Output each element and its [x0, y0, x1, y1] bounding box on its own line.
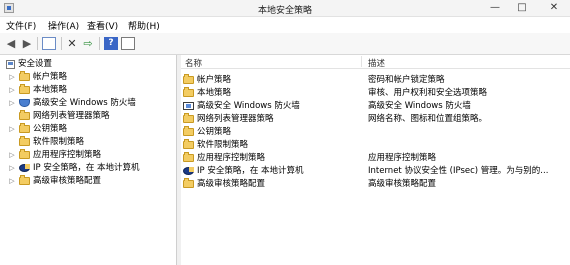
show-hide-tree-icon[interactable]: [42, 37, 56, 50]
list-item[interactable]: 帐户策略 密码和帐户锁定策略: [181, 74, 570, 86]
list-item[interactable]: IP 安全策略，在 本地计算机 Internet 协议安全性 (IPsec) 管…: [181, 165, 570, 177]
tree-root[interactable]: 安全设置: [2, 58, 172, 70]
list-view-icon[interactable]: [121, 37, 135, 50]
list-item-description: 网络名称、图标和位置组策略。: [368, 114, 488, 124]
list-item-description: 高级安全 Windows 防火墙: [368, 101, 471, 111]
menu-view[interactable]: 查看(V): [87, 19, 118, 32]
tree-item-label: 本地策略: [33, 85, 68, 95]
tree-item-public-key[interactable]: ▷ 公钥策略: [8, 123, 173, 135]
folder-icon: [183, 87, 194, 97]
folder-icon: [19, 84, 30, 94]
toolbar-separator: [37, 37, 38, 50]
list-item-name: 帐户策略: [197, 75, 232, 85]
tree-item-account-policies[interactable]: ▷ 帐户策略: [8, 71, 173, 83]
toolbar-separator: [61, 37, 62, 50]
list-item-name: IP 安全策略，在 本地计算机: [197, 166, 304, 176]
tree-item-firewall[interactable]: ▷ 高级安全 Windows 防火墙: [8, 97, 173, 109]
list-item[interactable]: 软件限制策略: [181, 139, 570, 151]
list-item-description: Internet 协议安全性 (IPsec) 管理。为与别的...: [368, 166, 549, 176]
list-item[interactable]: 网络列表管理器策略 网络名称、图标和位置组策略。: [181, 113, 570, 125]
tree-item-local-policies[interactable]: ▷ 本地策略: [8, 84, 173, 96]
tree-item-app-control[interactable]: ▷ 应用程序控制策略: [8, 149, 173, 161]
list-item-name: 高级审核策略配置: [197, 179, 266, 189]
list-item-name: 应用程序控制策略: [197, 153, 266, 163]
tree-item-advanced-audit[interactable]: ▷ 高级审核策略配置: [8, 175, 173, 187]
list-item-name: 网络列表管理器策略: [197, 114, 274, 124]
security-settings-icon: [6, 60, 15, 69]
list-item-description: 审核、用户权利和安全选项策略: [368, 88, 488, 98]
tree-item-label: 高级审核策略配置: [33, 176, 102, 186]
export-list-icon[interactable]: ⇨: [81, 37, 95, 50]
expand-arrow-icon[interactable]: ▷: [8, 71, 16, 83]
menu-bar: 文件(F) 操作(A) 查看(V) 帮助(H): [0, 17, 570, 32]
tree-item-label: 网络列表管理器策略: [33, 111, 110, 121]
expand-arrow-icon[interactable]: ▷: [8, 84, 16, 96]
list-header: 名称 描述: [181, 55, 570, 69]
folder-icon: [183, 178, 194, 188]
menu-action[interactable]: 操作(A): [48, 19, 79, 32]
list-item-description: 密码和帐户锁定策略: [368, 75, 445, 85]
title-bar: 本地安全策略 — □ ✕: [0, 0, 570, 17]
list-item-name: 本地策略: [197, 88, 232, 98]
expand-arrow-icon[interactable]: ▷: [8, 123, 16, 135]
tree-pane: 安全设置 ▷ 帐户策略 ▷ 本地策略 ▷ 高级安全 Windows 防火墙 网络…: [0, 55, 177, 265]
list-item-name: 软件限制策略: [197, 140, 249, 150]
folder-icon: [19, 136, 30, 146]
tree-item-label: 高级安全 Windows 防火墙: [33, 98, 136, 108]
help-icon[interactable]: ?: [104, 37, 118, 50]
folder-icon: [19, 123, 30, 133]
folder-icon: [183, 139, 194, 149]
folder-icon: [19, 110, 30, 120]
tree-item-label: 应用程序控制策略: [33, 150, 102, 160]
column-header-description[interactable]: 描述: [368, 57, 385, 69]
folder-icon: [19, 71, 30, 81]
menu-help[interactable]: 帮助(H): [128, 19, 160, 32]
list-item[interactable]: 高级审核策略配置 高级审核策略配置: [181, 178, 570, 190]
folder-icon: [183, 74, 194, 84]
list-item-description: 应用程序控制策略: [368, 153, 437, 163]
tree-item-label: 帐户策略: [33, 72, 68, 82]
tree-item-label: 公钥策略: [33, 124, 68, 134]
tree-item-label: IP 安全策略，在 本地计算机: [33, 163, 140, 173]
list-item-name: 公钥策略: [197, 127, 232, 137]
folder-icon: [183, 113, 194, 123]
expand-arrow-icon[interactable]: ▷: [8, 162, 16, 174]
delete-icon[interactable]: ✕: [65, 37, 79, 50]
tree-item-label: 软件限制策略: [33, 137, 85, 147]
maximize-button[interactable]: □: [510, 1, 534, 15]
toolbar: ◀ ▶ ✕ ⇨ ?: [0, 33, 570, 55]
folder-icon: [183, 152, 194, 162]
list-item-description: 高级审核策略配置: [368, 179, 437, 189]
expand-arrow-icon[interactable]: ▷: [8, 149, 16, 161]
minimize-button[interactable]: —: [483, 1, 507, 15]
close-button[interactable]: ✕: [540, 1, 568, 15]
list-item[interactable]: 公钥策略: [181, 126, 570, 138]
list-pane: 名称 描述 帐户策略 密码和帐户锁定策略 本地策略 审核、用户权利和安全选项策略…: [181, 55, 570, 265]
firewall-icon: [183, 102, 194, 110]
ipsec-policy-icon: [183, 167, 194, 175]
folder-icon: [19, 175, 30, 185]
list-item-name: 高级安全 Windows 防火墙: [197, 101, 300, 111]
menu-file[interactable]: 文件(F): [6, 19, 36, 32]
column-separator[interactable]: [361, 56, 362, 67]
shield-icon: [19, 99, 30, 107]
list-item[interactable]: 本地策略 审核、用户权利和安全选项策略: [181, 87, 570, 99]
list-item[interactable]: 应用程序控制策略 应用程序控制策略: [181, 152, 570, 164]
tree-item-network-list[interactable]: 网络列表管理器策略: [8, 110, 173, 122]
expand-arrow-icon[interactable]: ▷: [8, 175, 16, 187]
expand-arrow-icon[interactable]: ▷: [8, 97, 16, 109]
forward-arrow-icon[interactable]: ▶: [20, 37, 34, 50]
tree-root-label: 安全设置: [18, 59, 53, 69]
folder-icon: [19, 149, 30, 159]
ipsec-policy-icon: [19, 164, 30, 172]
tree-item-software-restriction[interactable]: 软件限制策略: [8, 136, 173, 148]
tree-item-ipsec[interactable]: ▷ IP 安全策略，在 本地计算机: [8, 162, 173, 174]
toolbar-separator: [99, 37, 100, 50]
folder-icon: [183, 126, 194, 136]
list-item[interactable]: 高级安全 Windows 防火墙 高级安全 Windows 防火墙: [181, 100, 570, 112]
column-header-name[interactable]: 名称: [185, 57, 202, 69]
back-arrow-icon[interactable]: ◀: [4, 37, 18, 50]
